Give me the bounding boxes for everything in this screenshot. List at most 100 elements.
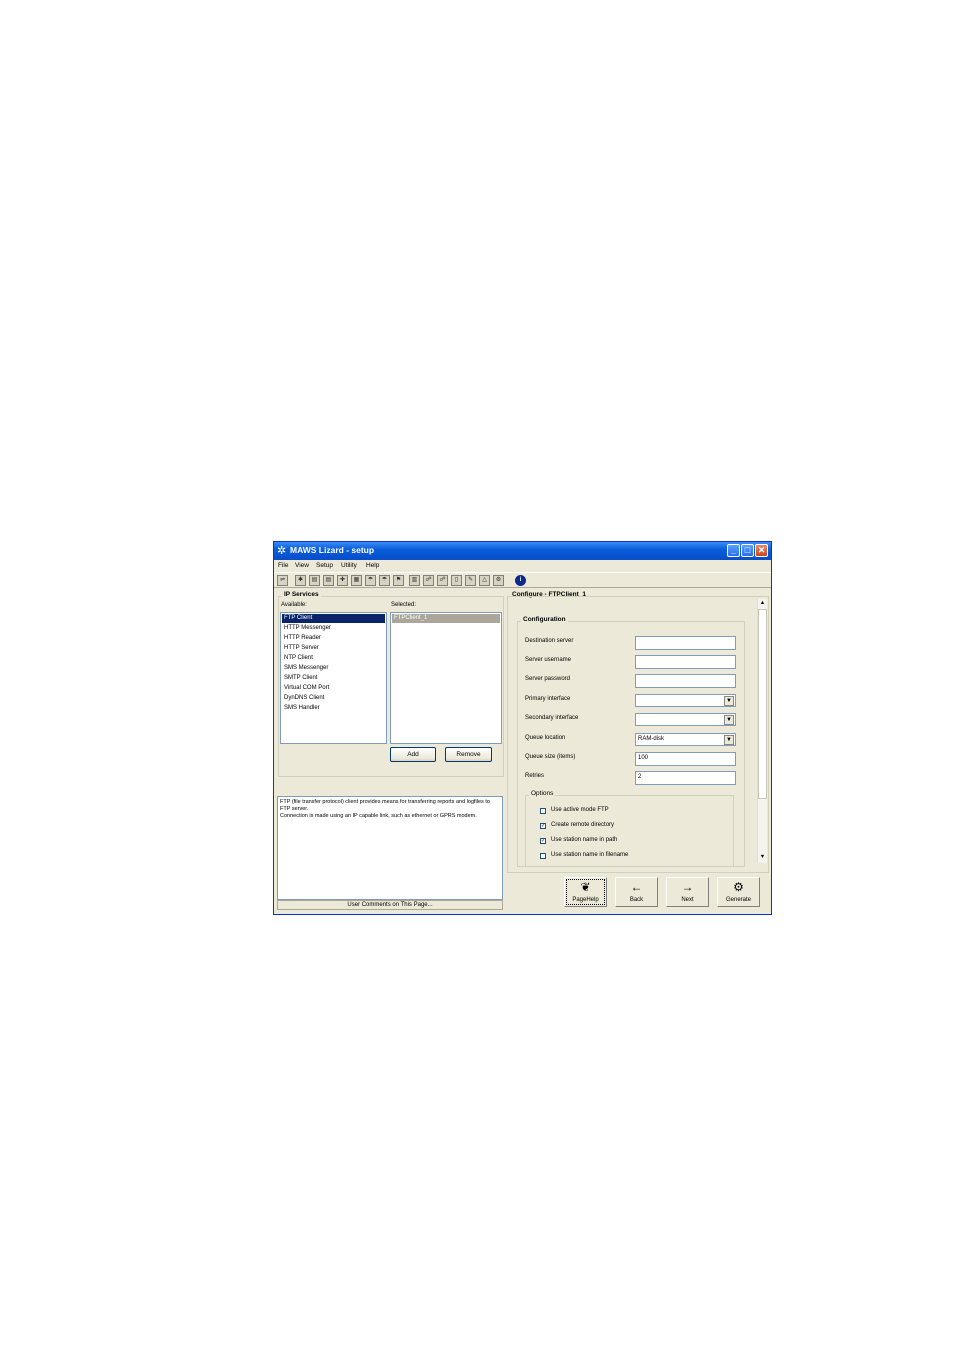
options-title: Options xyxy=(529,790,556,797)
station-name-filename-checkbox[interactable] xyxy=(540,853,546,859)
app-window: ✲ MAWS Lizard - setup _ □ ✕ File View Se… xyxy=(273,541,772,915)
ddc2-icon[interactable]: ▤ xyxy=(323,575,334,586)
server-username-label: Server username xyxy=(525,657,572,663)
station-name-filename-label: Use station name in filename xyxy=(551,852,629,858)
use-active-mode-label: Use active mode FTP xyxy=(551,807,609,813)
document-icon[interactable]: ▯ xyxy=(451,575,462,586)
configuration-title: Configuration xyxy=(521,616,568,623)
create-remote-directory-checkbox[interactable]: ✓ xyxy=(540,823,546,829)
generate-button[interactable]: ⚙ Generate xyxy=(717,877,760,907)
minimize-icon: _ xyxy=(730,545,736,555)
list-item[interactable]: SMTP Client xyxy=(282,674,385,683)
chevron-down-icon[interactable]: ▼ xyxy=(724,696,734,706)
config-scrollbar[interactable]: ▲ ▼ xyxy=(757,599,767,863)
primary-interface-label: Primary interface xyxy=(525,696,571,702)
pagehelp-label: PageHelp xyxy=(572,897,599,903)
pagehelp-button[interactable]: ❦ PageHelp xyxy=(564,877,607,907)
queue-location-value: RAM-disk xyxy=(638,736,665,742)
list-item[interactable]: NTP Client xyxy=(282,654,385,663)
menu-view[interactable]: View xyxy=(295,562,309,569)
menu-setup[interactable]: Setup xyxy=(316,562,333,569)
server-password-label: Server password xyxy=(525,676,571,682)
display-icon[interactable]: ▦ xyxy=(351,575,362,586)
queue-location-select[interactable]: RAM-disk ▼ xyxy=(635,733,736,746)
toolbar: ⇌ ✱ ▤ ▤ ✚ ▦ ☂ ☂ ⚑ ▥ ☍ ☍ ▯ ✎ △ ⚙ i xyxy=(274,572,771,588)
server-password-input[interactable] xyxy=(635,674,736,688)
network-icon[interactable]: ☍ xyxy=(423,575,434,586)
list-item[interactable]: DynDNS Client xyxy=(282,694,385,703)
scroll-up-icon[interactable]: ▲ xyxy=(758,599,767,608)
menu-bar: File View Setup Utility Help xyxy=(274,560,771,572)
available-list[interactable]: FTP Client HTTP Messenger HTTP Reader HT… xyxy=(280,612,387,744)
maximize-button[interactable]: □ xyxy=(741,544,754,557)
destination-server-label: Destination server xyxy=(525,638,574,644)
chip-icon[interactable]: ✱ xyxy=(295,575,306,586)
user-comments-button[interactable]: User Comments on This Page... xyxy=(277,900,503,910)
open-icon[interactable]: ⇌ xyxy=(277,575,288,586)
chevron-down-icon[interactable]: ▼ xyxy=(724,735,734,745)
station-name-path-label: Use station name in path xyxy=(551,837,618,843)
list-item[interactable]: SMS Messenger xyxy=(282,664,385,673)
close-icon: ✕ xyxy=(757,545,766,555)
available-label: Available: xyxy=(281,602,307,608)
remove-button[interactable]: Remove xyxy=(445,747,492,762)
info-icon[interactable]: i xyxy=(515,575,526,586)
add-button[interactable]: Add xyxy=(390,747,436,762)
list-item-ftp-client[interactable]: FTP Client xyxy=(282,614,385,623)
window-title: MAWS Lizard - setup xyxy=(290,545,375,555)
primary-interface-select[interactable]: ▼ xyxy=(635,694,736,707)
calc-icon[interactable]: ▥ xyxy=(409,575,420,586)
arrow-right-icon: → xyxy=(681,880,694,894)
figure-icon[interactable]: ☂ xyxy=(365,575,376,586)
lizard-icon: ✲ xyxy=(277,545,287,557)
ddc-icon[interactable]: ▤ xyxy=(309,575,320,586)
retries-input[interactable]: 2 xyxy=(635,771,736,785)
minimize-button[interactable]: _ xyxy=(727,544,740,557)
destination-server-input[interactable] xyxy=(635,636,736,650)
close-button[interactable]: ✕ xyxy=(755,544,768,557)
help-icon: ❦ xyxy=(580,880,591,894)
chevron-down-icon[interactable]: ▼ xyxy=(724,715,734,725)
list-item[interactable]: HTTP Messenger xyxy=(282,624,385,633)
back-label: Back xyxy=(629,897,644,903)
next-button[interactable]: → Next xyxy=(666,877,709,907)
bell-icon[interactable]: △ xyxy=(479,575,490,586)
gear-icon[interactable]: ⚙ xyxy=(493,575,504,586)
sensor-icon[interactable]: ✚ xyxy=(337,575,348,586)
flag-icon[interactable]: ⚑ xyxy=(393,575,404,586)
description-line-1: FTP (file transfer protocol) client prov… xyxy=(280,799,490,812)
queue-size-input[interactable]: 100 xyxy=(635,752,736,766)
menu-utility[interactable]: Utility xyxy=(341,562,357,569)
selected-list[interactable]: FTPClient_1 xyxy=(390,612,502,744)
list-item[interactable]: HTTP Reader xyxy=(282,634,385,643)
queue-size-label: Queue size (items) xyxy=(525,754,576,760)
list-item[interactable]: SMS Handler xyxy=(282,704,385,713)
back-button[interactable]: ← Back xyxy=(615,877,658,907)
list-item[interactable]: HTTP Server xyxy=(282,644,385,653)
menu-help[interactable]: Help xyxy=(366,562,379,569)
selected-label: Selected: xyxy=(391,602,417,608)
create-remote-directory-label: Create remote directory xyxy=(551,822,615,828)
menu-file[interactable]: File xyxy=(278,562,288,569)
server-username-input[interactable] xyxy=(635,655,736,669)
next-label: Next xyxy=(681,897,694,903)
arrow-left-icon: ← xyxy=(630,880,643,894)
list-item[interactable]: Virtual COM Port xyxy=(282,684,385,693)
use-active-mode-checkbox[interactable] xyxy=(540,808,546,814)
retries-label: Retries xyxy=(525,773,545,779)
figure2-icon[interactable]: ☂ xyxy=(379,575,390,586)
station-name-path-checkbox[interactable]: ✓ xyxy=(540,838,546,844)
title-bar[interactable]: ✲ MAWS Lizard - setup _ □ ✕ xyxy=(274,542,771,560)
scroll-down-icon[interactable]: ▼ xyxy=(758,853,767,862)
list-item-ftpclient-1[interactable]: FTPClient_1 xyxy=(392,614,500,623)
secondary-interface-label: Secondary interface xyxy=(525,715,579,721)
ip-services-title: IP Services xyxy=(282,591,321,598)
description-line-2: Connection is made using an IP capable l… xyxy=(280,813,477,819)
network2-icon[interactable]: ☍ xyxy=(437,575,448,586)
pencil-icon[interactable]: ✎ xyxy=(465,575,476,586)
secondary-interface-select[interactable]: ▼ xyxy=(635,713,736,726)
gears-icon: ⚙ xyxy=(733,880,744,894)
scroll-thumb[interactable] xyxy=(758,609,767,799)
generate-label: Generate xyxy=(725,897,752,903)
description-box[interactable]: FTP (file transfer protocol) client prov… xyxy=(277,796,503,900)
